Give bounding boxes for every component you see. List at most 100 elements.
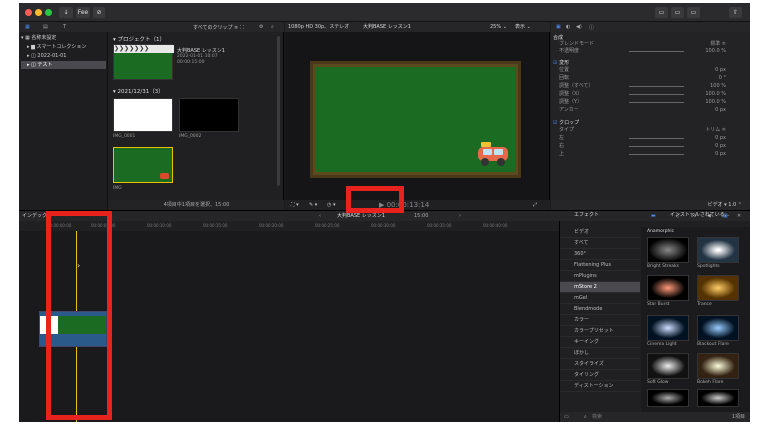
category-item[interactable]: スタイライズ bbox=[560, 359, 640, 370]
fee-button[interactable]: Fee bbox=[76, 7, 90, 18]
clip-thumbnail[interactable] bbox=[113, 98, 173, 132]
search-icon[interactable]: ⌕ bbox=[271, 24, 274, 30]
row-value[interactable]: 0 px bbox=[715, 143, 726, 150]
row-value[interactable]: 100.0 % bbox=[705, 91, 726, 98]
info-icon[interactable]: ⓘ bbox=[589, 24, 594, 31]
category-item[interactable]: mGel bbox=[560, 293, 640, 304]
sidebar-item-library[interactable]: ▾ ▦ 名称未設定 bbox=[21, 34, 106, 42]
row-value[interactable]: 0 ° bbox=[719, 75, 726, 82]
date-section-header[interactable]: ▾ 2021/12/31（3） bbox=[113, 87, 164, 95]
category-item[interactable]: カラー bbox=[560, 315, 640, 326]
effect-thumbnail[interactable] bbox=[647, 275, 689, 301]
row-value[interactable]: 100.0 % bbox=[705, 99, 726, 106]
opacity-value[interactable]: 100.0 % bbox=[705, 48, 726, 55]
photos-icon[interactable]: ▤ bbox=[43, 24, 48, 30]
inspector-row[interactable]: 上 0 px bbox=[559, 151, 744, 158]
clip-thumbnail-selected[interactable] bbox=[113, 147, 173, 183]
category-item[interactable]: カラープリセット bbox=[560, 326, 640, 337]
zoom-menu[interactable]: 25% ⌄ bbox=[490, 22, 507, 32]
crop-header[interactable]: ☑ クロップ bbox=[553, 119, 579, 126]
effect-thumbnail[interactable] bbox=[697, 315, 739, 341]
inspector-row[interactable]: タイプ トリム ≑ bbox=[559, 127, 744, 134]
checkbox-icon[interactable]: ☑ bbox=[553, 60, 557, 66]
background-tasks-button[interactable]: ⊘ bbox=[93, 7, 105, 18]
inspector-row[interactable]: 調整（X） 100.0 % bbox=[559, 91, 744, 98]
library-icon[interactable]: ▦ bbox=[25, 24, 30, 30]
close-button[interactable] bbox=[25, 9, 32, 16]
transform-header[interactable]: ☑ 変形 bbox=[553, 59, 569, 66]
category-item[interactable]: Flattening Plus bbox=[560, 260, 640, 271]
video-inspector-icon[interactable]: ▣ bbox=[556, 24, 561, 30]
sidebar-item-smart-collections[interactable]: ▸ ▆ スマートコレクション bbox=[21, 43, 106, 51]
effect-thumbnail[interactable] bbox=[697, 389, 739, 407]
blend-mode-value[interactable]: 標準 ≑ bbox=[710, 41, 726, 48]
category-item[interactable]: mPlugins bbox=[560, 271, 640, 282]
layout-button[interactable]: ▭ bbox=[655, 7, 668, 18]
clip-thumbnail[interactable] bbox=[179, 98, 239, 132]
effect-thumbnail[interactable] bbox=[697, 237, 739, 263]
effects-search-input[interactable] bbox=[592, 413, 692, 421]
installed-label[interactable]: インストールされている... bbox=[670, 211, 730, 218]
speed-menu-icon[interactable]: ◷ ▾ bbox=[327, 200, 335, 210]
category-item[interactable]: ディストーション bbox=[560, 381, 640, 392]
effect-thumbnail[interactable] bbox=[647, 353, 689, 379]
row-value[interactable]: トリム ≑ bbox=[705, 127, 726, 134]
inspector-row[interactable]: 調整（すべて） 100 % bbox=[559, 83, 744, 90]
checkbox-icon[interactable]: ☑ bbox=[553, 120, 557, 126]
category-item[interactable]: 360° bbox=[560, 249, 640, 260]
inspector-row[interactable]: 右 0 px bbox=[559, 143, 744, 150]
row-value[interactable]: 0 px bbox=[715, 135, 726, 142]
row-value[interactable]: 0 px bbox=[715, 151, 726, 158]
effect-thumbnail[interactable] bbox=[647, 237, 689, 263]
blend-mode-row[interactable]: ブレンドモード 標準 ≑ bbox=[559, 41, 744, 48]
inspector-row[interactable]: 調整（Y） 100.0 % bbox=[559, 99, 744, 106]
row-value[interactable]: 0 px bbox=[715, 107, 726, 114]
search-icon[interactable]: ⌕ bbox=[584, 412, 587, 422]
effect-thumbnail[interactable] bbox=[647, 389, 689, 407]
project-section-header[interactable]: ▾ プロジェクト（1） bbox=[113, 35, 165, 43]
opacity-row[interactable]: 不透明度 100.0 % bbox=[559, 48, 744, 55]
inspector-footer[interactable]: ビデオ ▾ 1.0 ⌃ bbox=[551, 200, 750, 210]
sidebar-item-test[interactable]: ▸ ◫ テスト bbox=[21, 61, 106, 69]
scale-y-slider[interactable] bbox=[629, 102, 684, 103]
project-thumbnail[interactable]: ❯❯❯❯❯❯❯ bbox=[113, 44, 174, 80]
opacity-slider[interactable] bbox=[629, 51, 684, 52]
scale-x-slider[interactable] bbox=[629, 94, 684, 95]
enhance-menu-icon[interactable]: ✎ ▾ bbox=[309, 200, 317, 210]
category-item[interactable]: ぼかし bbox=[560, 348, 640, 359]
zoom-button[interactable] bbox=[45, 9, 52, 16]
effect-thumbnail[interactable] bbox=[647, 315, 689, 341]
minimize-button[interactable] bbox=[35, 9, 42, 16]
row-value[interactable]: 0 px bbox=[715, 67, 726, 74]
color-inspector-icon[interactable]: ◐ bbox=[566, 24, 570, 30]
inspector-row[interactable]: 位置 0 px bbox=[559, 67, 744, 74]
browser-scrollbar[interactable] bbox=[277, 36, 280, 186]
category-item[interactable]: すべて bbox=[560, 238, 640, 249]
category-item[interactable]: ビデオ bbox=[560, 227, 640, 238]
view-menu[interactable]: 表示 ⌄ bbox=[515, 22, 531, 32]
scale-slider[interactable] bbox=[629, 86, 684, 87]
settings-icon[interactable]: ⚙ bbox=[259, 24, 263, 30]
titles-icon[interactable]: T bbox=[63, 24, 66, 30]
crop-right-slider[interactable] bbox=[629, 146, 684, 147]
transform-menu-icon[interactable]: ⛶ ▾ bbox=[291, 200, 299, 210]
sidebar-item-event-date[interactable]: ▸ ◫ 2022-01-01 bbox=[21, 52, 106, 60]
layout-button[interactable]: ▭ bbox=[671, 7, 684, 18]
crop-top-slider[interactable] bbox=[629, 154, 684, 155]
inspector-row[interactable]: 回転 0 ° bbox=[559, 75, 744, 82]
share-button[interactable]: ⇧ bbox=[729, 7, 742, 18]
audio-inspector-icon[interactable]: ◀) bbox=[576, 24, 582, 30]
clip-filter[interactable]: すべてのクリップ ≑ ⁚ ⁚ bbox=[193, 24, 245, 31]
fullscreen-icon[interactable]: ⤢ bbox=[533, 200, 537, 210]
effect-thumbnail[interactable] bbox=[697, 353, 739, 379]
crop-left-slider[interactable] bbox=[629, 138, 684, 139]
layout-button[interactable]: ▭ bbox=[687, 7, 700, 18]
inspector-row[interactable]: アンカー 0 px bbox=[559, 107, 744, 114]
category-item[interactable]: Blendmode bbox=[560, 304, 640, 315]
effect-thumbnail[interactable] bbox=[697, 275, 739, 301]
category-item[interactable]: タイリング bbox=[560, 370, 640, 381]
sidebar-toggle-icon[interactable]: ▭ bbox=[564, 412, 569, 422]
category-item-selected[interactable]: mStore 2 bbox=[560, 282, 640, 293]
row-value[interactable]: 100 % bbox=[710, 83, 726, 90]
inspector-row[interactable]: 左 0 px bbox=[559, 135, 744, 142]
